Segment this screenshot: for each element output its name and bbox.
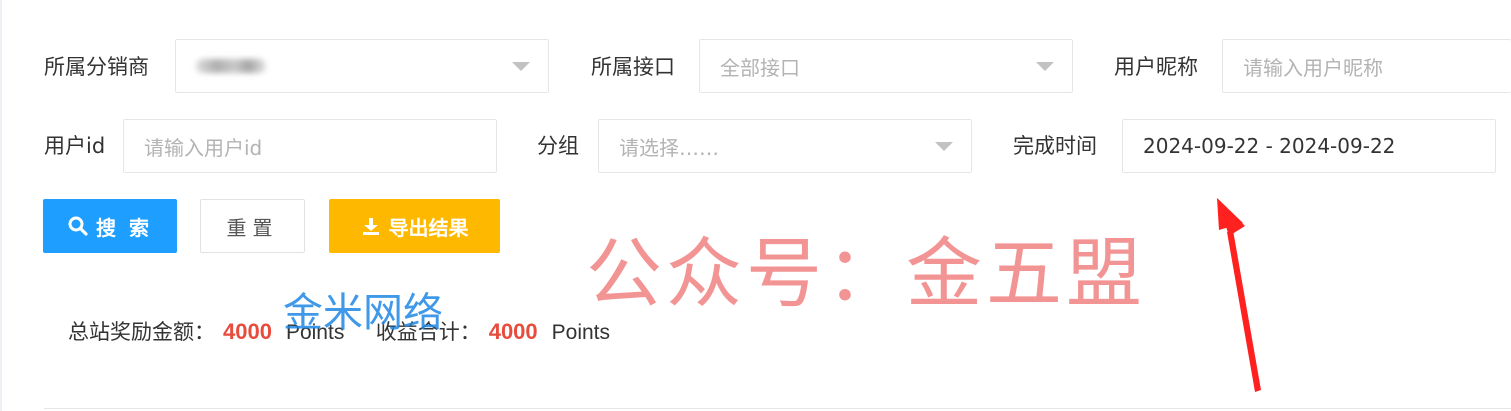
watermark-blue-text: 金米网络 (283, 290, 443, 336)
chevron-down-icon (935, 142, 953, 151)
income-total-value: 4000 (488, 319, 538, 344)
finish-time-value: 2024-09-22 - 2024-09-22 (1143, 134, 1396, 158)
nickname-label: 用户昵称 (1114, 55, 1198, 79)
finish-time-range-input[interactable]: 2024-09-22 - 2024-09-22 (1122, 119, 1496, 173)
group-placeholder: 请选择…… (619, 135, 719, 160)
watermark-red-text: 公众号：金五盟 (586, 229, 1146, 318)
left-border (0, 0, 2, 411)
reset-button[interactable]: 重置 (200, 199, 305, 253)
download-icon (362, 218, 379, 235)
chevron-down-icon (1036, 62, 1054, 71)
search-button-label: 搜 索 (96, 215, 152, 240)
search-button[interactable]: 搜 索 (43, 199, 177, 253)
export-button-label: 导出结果 (388, 215, 469, 240)
interface-select[interactable]: 全部接口 (699, 39, 1073, 93)
export-button[interactable]: 导出结果 (329, 199, 500, 253)
userid-input[interactable]: 请输入用户id (123, 119, 497, 173)
distributor-select[interactable] (175, 39, 549, 93)
userid-placeholder: 请输入用户id (144, 135, 263, 160)
interface-select-value: 全部接口 (720, 55, 800, 80)
nickname-input[interactable]: 请输入用户昵称 (1222, 39, 1511, 93)
distributor-blurred-value (196, 59, 266, 73)
interface-label: 所属接口 (591, 55, 675, 79)
group-select[interactable]: 请选择…… (598, 119, 972, 173)
search-icon (68, 216, 88, 236)
total-reward-value: 4000 (223, 319, 272, 344)
divider (44, 408, 1511, 409)
reset-button-label: 重置 (226, 215, 279, 240)
nickname-placeholder: 请输入用户昵称 (1243, 55, 1383, 80)
chevron-down-icon (512, 62, 530, 71)
userid-label: 用户id (44, 134, 106, 158)
annotation-arrow-icon (1217, 198, 1261, 392)
income-total-unit: Points (551, 321, 611, 344)
distributor-label: 所属分销商 (44, 55, 149, 79)
finish-time-label: 完成时间 (1013, 134, 1097, 158)
total-reward-label: 总站奖励金额： (68, 320, 215, 344)
group-label: 分组 (537, 134, 579, 158)
